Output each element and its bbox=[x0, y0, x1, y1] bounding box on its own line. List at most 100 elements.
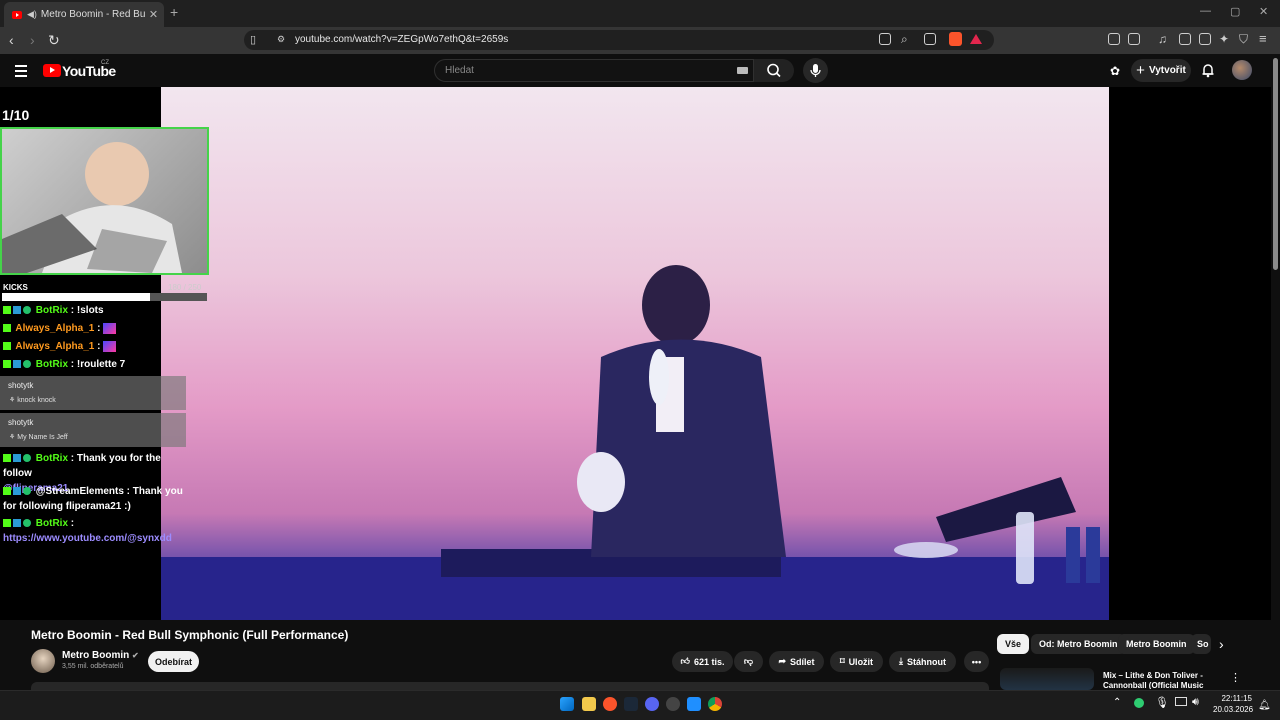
chevron-right-icon[interactable]: › bbox=[1219, 636, 1224, 652]
close-tab-icon[interactable]: ✕ bbox=[149, 8, 158, 21]
media-icon[interactable]: ♫ bbox=[1158, 32, 1167, 46]
sidebar-icon[interactable] bbox=[1179, 33, 1191, 45]
file-explorer-icon[interactable] bbox=[582, 697, 596, 711]
minimize-icon[interactable]: — bbox=[1200, 5, 1211, 17]
chat-message: BotRix : !roulette 7 bbox=[3, 357, 183, 372]
back-icon[interactable]: ‹ bbox=[9, 32, 14, 48]
brave-shield-icon[interactable] bbox=[949, 32, 962, 46]
chat-text: !roulette 7 bbox=[76, 359, 126, 370]
clock-time[interactable]: 22:11:15 bbox=[1218, 694, 1252, 703]
kicks-label: KICKS bbox=[3, 283, 28, 292]
site-info-icon[interactable]: ⚙ bbox=[277, 34, 285, 45]
chat-username: BotRix bbox=[35, 359, 69, 370]
speaker-icon[interactable]: ◀) bbox=[27, 9, 37, 20]
tray-chevron-icon[interactable]: ⌃ bbox=[1113, 697, 1121, 708]
cast-icon[interactable] bbox=[879, 33, 891, 45]
description-box[interactable] bbox=[31, 682, 989, 690]
like-button[interactable]: 👍︎ 621 tis. bbox=[672, 651, 733, 672]
url-text[interactable]: youtube.com/watch?v=ZEGpWo7ethQ&t=2659s bbox=[295, 34, 508, 45]
overlay-webcam-image bbox=[0, 127, 209, 275]
tray-app-icon[interactable] bbox=[1134, 698, 1144, 708]
volume-icon[interactable]: 🔊︎ bbox=[1192, 696, 1199, 709]
windows-taskbar bbox=[0, 690, 1280, 720]
download-icon: ⤓ bbox=[899, 656, 903, 666]
bot-badge-icon bbox=[13, 360, 21, 369]
save-button[interactable]: ⌑ Uložit bbox=[830, 651, 883, 672]
scrollbar-thumb[interactable] bbox=[1273, 58, 1278, 270]
share-button[interactable]: ➦ Sdílet bbox=[769, 651, 824, 672]
video-letterbox-right bbox=[1109, 87, 1271, 620]
chip-from-channel[interactable]: Od: Metro Boomin bbox=[1031, 634, 1126, 654]
clock-date[interactable]: 20.03.2026 bbox=[1213, 705, 1253, 714]
vpn-icon[interactable]: ⛉ bbox=[1239, 32, 1248, 47]
network-icon[interactable] bbox=[1175, 697, 1187, 706]
new-tab-icon[interactable]: + bbox=[170, 4, 178, 20]
bookmark-icon[interactable]: ▯ bbox=[250, 33, 256, 46]
voice-search-button[interactable] bbox=[803, 58, 828, 83]
shoutout-message: ⚘ knock knock bbox=[9, 397, 56, 404]
subscribe-button[interactable]: Odebírat bbox=[148, 651, 199, 672]
browser-tab-bar bbox=[0, 0, 1280, 27]
chat-username: BotRix bbox=[35, 305, 69, 316]
notification-bell-icon[interactable]: 🔔︎ bbox=[1258, 700, 1271, 711]
verified-badge-icon bbox=[23, 487, 31, 496]
channel-name[interactable]: Metro Boomin ✔ bbox=[62, 650, 139, 661]
share-icon: ➦ bbox=[778, 656, 787, 666]
hamburger-menu-icon[interactable] bbox=[15, 65, 27, 80]
bot-badge-icon bbox=[13, 454, 21, 463]
wallet-icon[interactable] bbox=[1199, 33, 1211, 45]
reload-icon[interactable]: ↻ bbox=[48, 32, 60, 49]
youtube-logo-icon[interactable] bbox=[43, 64, 61, 77]
verified-badge-icon bbox=[23, 360, 31, 369]
video-player[interactable] bbox=[161, 87, 1109, 620]
browser-tab[interactable]: ◀) Metro Boomin - Red Bull Sym ✕ bbox=[4, 2, 164, 27]
dislike-button[interactable]: 👎︎ bbox=[734, 651, 763, 672]
chip-all[interactable]: Vše bbox=[997, 634, 1030, 654]
search-input[interactable]: Hledat bbox=[434, 59, 754, 82]
brave-browser-icon[interactable] bbox=[603, 697, 617, 711]
chip-channel[interactable]: Metro Boomin bbox=[1118, 634, 1195, 654]
discord-icon[interactable] bbox=[645, 697, 659, 711]
download-button[interactable]: ⤓ Stáhnout bbox=[889, 651, 956, 672]
chat-message: BotRix : !slots bbox=[3, 303, 183, 318]
start-icon[interactable] bbox=[560, 697, 574, 711]
bot-badge-icon bbox=[13, 519, 21, 528]
share-page-icon[interactable] bbox=[924, 33, 936, 45]
chrome-icon[interactable] bbox=[708, 697, 722, 711]
notifications-icon[interactable] bbox=[1201, 62, 1215, 83]
subscriber-count: 3,55 mil. odběratelů bbox=[62, 663, 124, 670]
search-button[interactable] bbox=[754, 59, 794, 82]
emote-icon bbox=[103, 322, 117, 334]
zoom-icon[interactable]: ⌕ bbox=[901, 32, 908, 47]
keyboard-icon[interactable] bbox=[737, 67, 748, 74]
screenshot-icon[interactable] bbox=[1128, 33, 1140, 45]
more-actions-button[interactable]: ••• bbox=[964, 651, 989, 672]
chip-partial[interactable]: So bbox=[1191, 634, 1211, 654]
account-avatar[interactable] bbox=[1232, 60, 1252, 80]
create-button[interactable]: + Vytvořit bbox=[1131, 59, 1191, 82]
window-close-icon[interactable]: ✕ bbox=[1259, 5, 1268, 18]
kick-badge-icon bbox=[3, 519, 11, 528]
steam-icon[interactable] bbox=[624, 697, 638, 711]
obs-icon[interactable] bbox=[666, 697, 680, 711]
thumbs-down-icon: 👎︎ bbox=[743, 656, 754, 666]
video-title: Metro Boomin - Red Bull Symphonic (Full … bbox=[31, 628, 349, 642]
leo-ai-icon[interactable]: ✦ bbox=[1219, 32, 1229, 46]
forward-icon[interactable]: › bbox=[30, 32, 35, 48]
recommended-title[interactable]: Mix – Lithe & Don Toliver - Cannonball (… bbox=[1103, 671, 1218, 689]
tray-mic-icon[interactable]: 🎙︎ bbox=[1155, 696, 1169, 709]
channel-avatar[interactable] bbox=[31, 649, 55, 673]
chat-username: BotRix bbox=[35, 453, 69, 464]
chat-message: Always_Alpha_1 : bbox=[3, 321, 183, 336]
menu-icon[interactable]: ≡ bbox=[1259, 31, 1267, 46]
brave-rewards-icon[interactable] bbox=[970, 34, 982, 44]
thumbs-up-icon: 👍︎ bbox=[680, 656, 690, 666]
extensions-icon[interactable] bbox=[1108, 33, 1120, 45]
recommended-thumbnail[interactable] bbox=[1000, 668, 1094, 690]
app-icon[interactable] bbox=[687, 697, 701, 711]
cast-extension-icon[interactable]: ✿ bbox=[1110, 64, 1120, 78]
country-code: CZ bbox=[101, 60, 109, 66]
maximize-icon[interactable]: ▢ bbox=[1230, 5, 1240, 18]
plus-icon: + bbox=[1136, 62, 1145, 79]
kebab-menu-icon[interactable]: ⋮ bbox=[1230, 671, 1241, 684]
